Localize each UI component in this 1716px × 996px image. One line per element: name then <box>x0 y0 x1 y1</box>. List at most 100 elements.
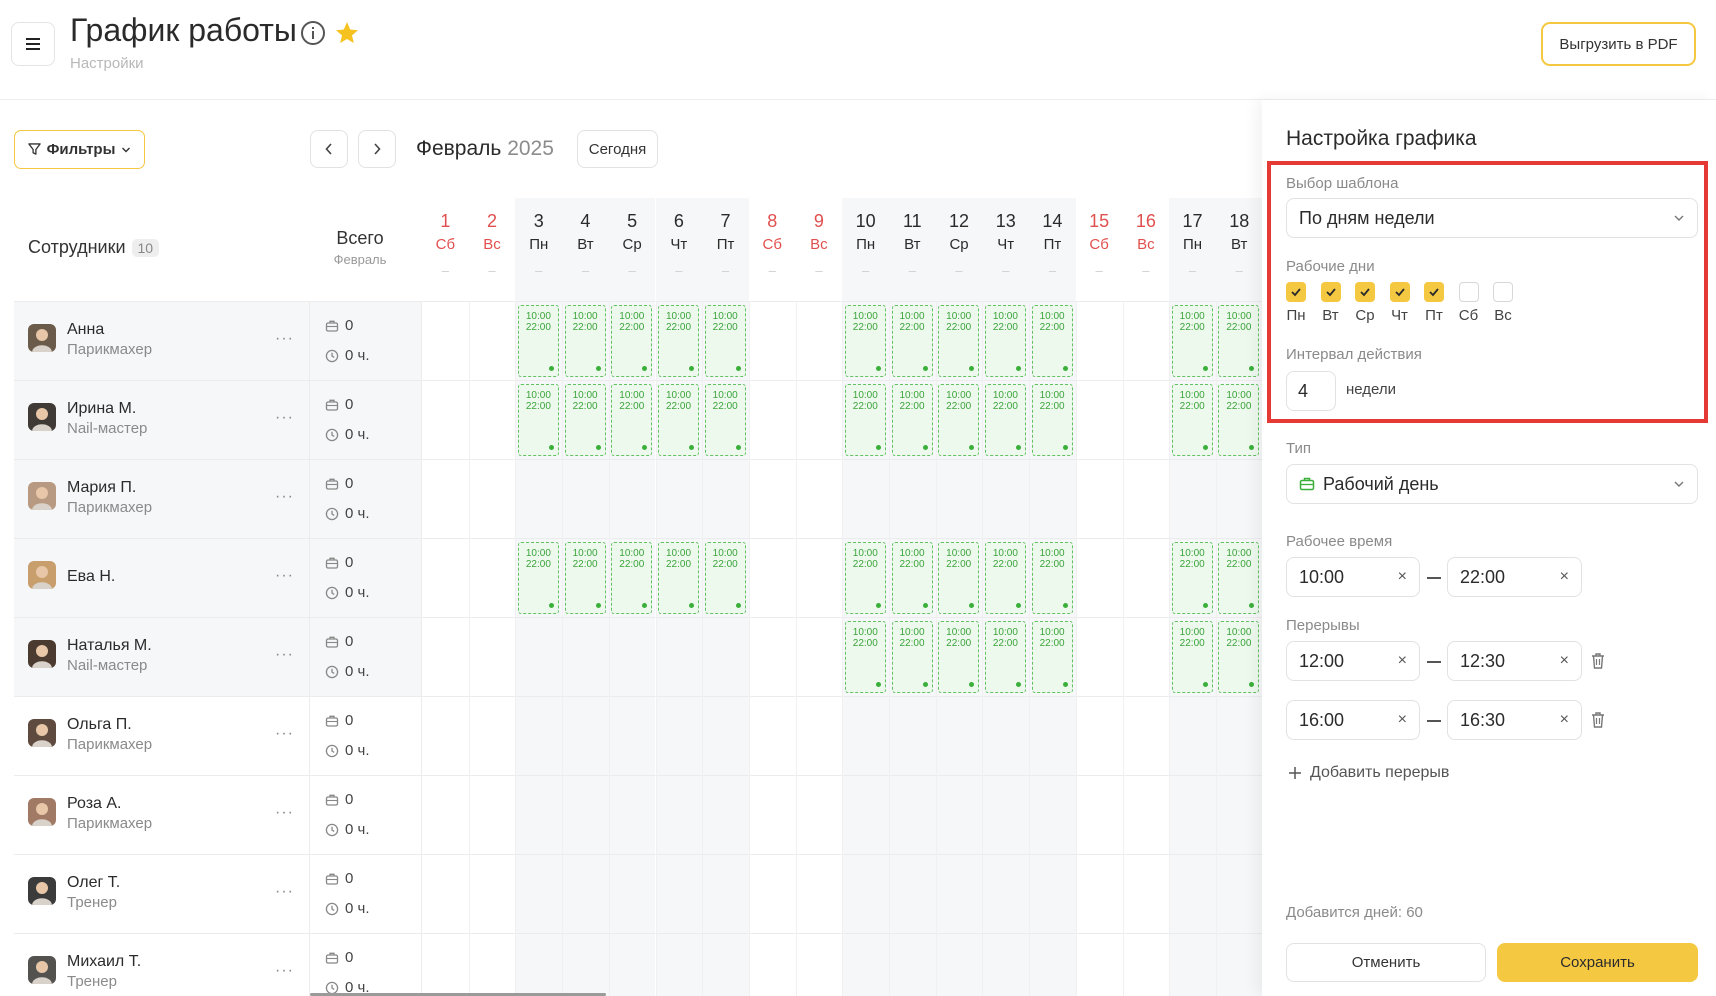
filters-button[interactable]: Фильтры <box>14 130 145 169</box>
shift-cell[interactable]: 10:00 22:00 <box>891 305 933 377</box>
delete-break-button[interactable] <box>1590 711 1606 734</box>
workday-checkbox[interactable] <box>1389 282 1410 302</box>
shift-cell[interactable]: 10:00 22:00 <box>611 542 653 614</box>
shift-cell[interactable]: 10:00 22:00 <box>891 384 933 456</box>
shift-cell[interactable]: 10:00 22:00 <box>658 305 699 377</box>
shift-cell[interactable]: 10:00 22:00 <box>891 621 933 693</box>
workday-checkbox[interactable] <box>1320 282 1341 302</box>
shift-cell[interactable]: 10:00 22:00 <box>704 542 746 614</box>
shift-cell[interactable]: 10:00 22:00 <box>1171 384 1213 456</box>
more-options-button[interactable]: ··· <box>275 488 294 506</box>
cancel-button[interactable]: Отменить <box>1286 943 1486 982</box>
delete-break-button[interactable] <box>1590 652 1606 675</box>
export-pdf-button[interactable]: Выгрузить в PDF <box>1541 22 1696 66</box>
shift-cell[interactable]: 10:00 22:00 <box>611 384 653 456</box>
shift-cell[interactable]: 10:00 22:00 <box>704 305 746 377</box>
workday-checkbox[interactable] <box>1458 282 1479 302</box>
shift-start-time: 10:00 <box>712 548 738 559</box>
template-select[interactable]: По дням недели <box>1286 198 1698 238</box>
menu-button[interactable] <box>11 22 55 66</box>
break-to-value: 12:30 <box>1460 650 1506 671</box>
interval-input[interactable]: 4 <box>1286 371 1336 411</box>
shift-cell[interactable]: 10:00 22:00 <box>1031 384 1073 456</box>
more-options-button[interactable]: ··· <box>275 646 294 664</box>
more-options-button[interactable]: ··· <box>275 962 294 980</box>
shift-cell[interactable]: 10:00 22:00 <box>564 305 606 377</box>
shift-cell[interactable]: 10:00 22:00 <box>1218 542 1260 614</box>
shift-cell[interactable]: 10:00 22:00 <box>1171 542 1213 614</box>
shift-cell[interactable]: 10:00 22:00 <box>1218 305 1260 377</box>
next-month-button[interactable] <box>358 130 396 168</box>
break-from-input[interactable]: 16:00 × <box>1286 700 1420 740</box>
shift-cell[interactable]: 10:00 22:00 <box>1171 305 1213 377</box>
shift-cell[interactable]: 10:00 22:00 <box>611 305 653 377</box>
shift-cell[interactable]: 10:00 22:00 <box>938 621 980 693</box>
shift-cell[interactable]: 10:00 22:00 <box>1171 621 1213 693</box>
shift-cell[interactable]: 10:00 22:00 <box>1031 305 1073 377</box>
clear-icon[interactable]: × <box>1560 568 1569 586</box>
workday-checkbox[interactable] <box>1493 282 1513 302</box>
shift-cell[interactable]: 10:00 22:00 <box>1031 621 1073 693</box>
day-header: 3 Пн – <box>515 211 562 278</box>
shift-cell[interactable]: 10:00 22:00 <box>1218 621 1260 693</box>
workday-checkbox[interactable] <box>1286 282 1306 302</box>
shift-start-time: 10:00 <box>899 311 925 322</box>
shift-cell[interactable]: 10:00 22:00 <box>1031 542 1073 614</box>
add-break-button[interactable]: Добавить перерыв <box>1288 764 1449 782</box>
clear-icon[interactable]: × <box>1398 652 1407 670</box>
breadcrumb[interactable]: Настройки <box>70 55 144 72</box>
shift-start-time: 10:00 <box>525 390 551 401</box>
type-select[interactable]: Рабочий день <box>1286 464 1698 504</box>
shift-cell[interactable]: 10:00 22:00 <box>704 384 746 456</box>
break-to-input[interactable]: 16:30 × <box>1447 700 1582 740</box>
shift-end-time: 22:00 <box>1039 559 1065 570</box>
more-options-button[interactable]: ··· <box>275 409 294 427</box>
shift-start-time: 10:00 <box>665 390 692 401</box>
shift-start-time: 10:00 <box>946 548 972 559</box>
shift-cell[interactable]: 10:00 22:00 <box>658 384 699 456</box>
more-options-button[interactable]: ··· <box>275 330 294 348</box>
favorite-star-icon[interactable] <box>332 18 362 48</box>
shift-cell[interactable]: 10:00 22:00 <box>844 621 886 693</box>
more-options-button[interactable]: ··· <box>275 804 294 822</box>
shift-cell[interactable]: 10:00 22:00 <box>938 542 980 614</box>
shift-cell[interactable]: 10:00 22:00 <box>984 384 1026 456</box>
break-from-input[interactable]: 12:00 × <box>1286 641 1420 681</box>
clear-icon[interactable]: × <box>1560 652 1569 670</box>
clear-icon[interactable]: × <box>1560 711 1569 729</box>
shift-cell[interactable]: 10:00 22:00 <box>517 384 559 456</box>
break-to-input[interactable]: 12:30 × <box>1447 641 1582 681</box>
shift-cell[interactable]: 10:00 22:00 <box>844 542 886 614</box>
workday-checkbox[interactable] <box>1355 282 1375 302</box>
info-icon[interactable] <box>299 19 327 47</box>
shift-cell[interactable]: 10:00 22:00 <box>938 384 980 456</box>
shift-cell[interactable]: 10:00 22:00 <box>938 305 980 377</box>
workday-checkbox[interactable] <box>1424 282 1444 302</box>
shift-cell[interactable]: 10:00 22:00 <box>844 384 886 456</box>
shift-cell[interactable]: 10:00 22:00 <box>984 305 1026 377</box>
total-header-label: Всего <box>336 228 384 248</box>
panel-title: Настройка графика <box>1286 127 1477 150</box>
shift-cell[interactable]: 10:00 22:00 <box>517 305 559 377</box>
today-button[interactable]: Сегодня <box>577 130 658 168</box>
trash-icon <box>1592 653 1604 669</box>
shift-cell[interactable]: 10:00 22:00 <box>891 542 933 614</box>
more-options-button[interactable]: ··· <box>275 725 294 743</box>
clear-icon[interactable]: × <box>1398 711 1407 729</box>
shift-cell[interactable]: 10:00 22:00 <box>517 542 559 614</box>
more-options-button[interactable]: ··· <box>275 883 294 901</box>
more-options-button[interactable]: ··· <box>275 567 294 585</box>
clear-icon[interactable]: × <box>1398 568 1407 586</box>
shift-cell[interactable]: 10:00 22:00 <box>844 305 886 377</box>
worktime-from-input[interactable]: 10:00 × <box>1286 557 1420 597</box>
shift-cell[interactable]: 10:00 22:00 <box>984 621 1026 693</box>
prev-month-button[interactable] <box>310 130 348 168</box>
shift-cell[interactable]: 10:00 22:00 <box>658 542 699 614</box>
worktime-to-input[interactable]: 22:00 × <box>1447 557 1582 597</box>
shift-cell[interactable]: 10:00 22:00 <box>564 542 606 614</box>
save-button[interactable]: Сохранить <box>1497 943 1698 982</box>
shift-cell[interactable]: 10:00 22:00 <box>564 384 606 456</box>
shift-cell[interactable]: 10:00 22:00 <box>1218 384 1260 456</box>
shift-status-dot <box>689 445 694 450</box>
shift-cell[interactable]: 10:00 22:00 <box>984 542 1026 614</box>
